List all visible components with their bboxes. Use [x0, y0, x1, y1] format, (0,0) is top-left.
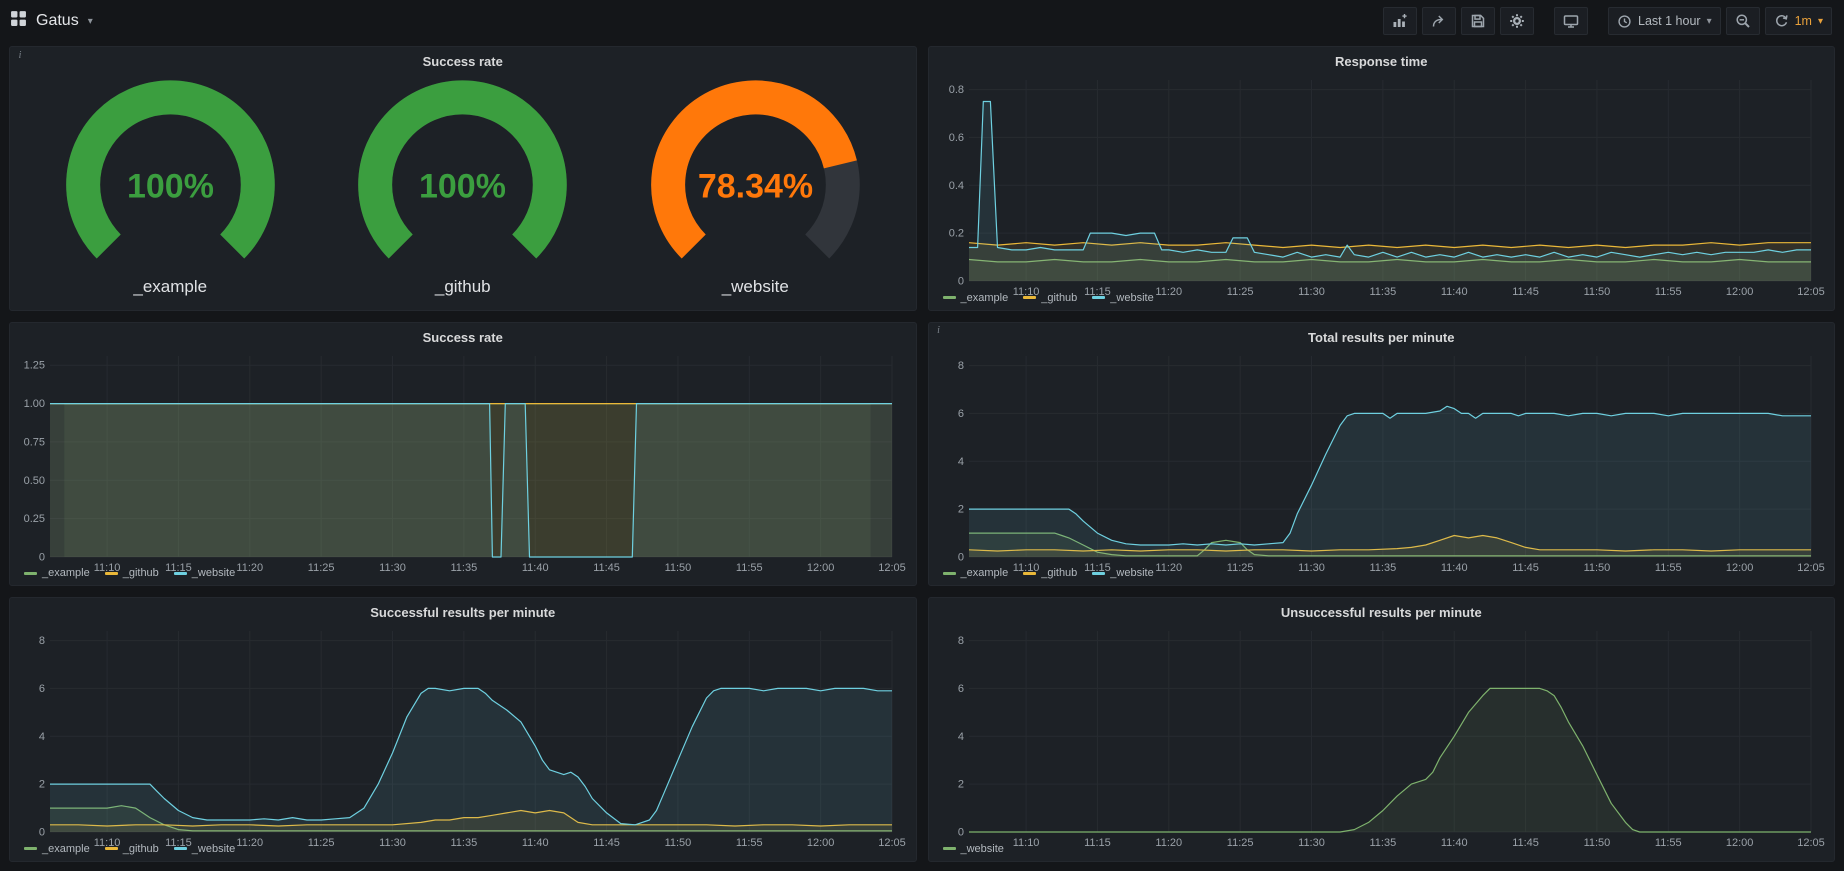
legend: _example _github _website [929, 289, 1835, 310]
panel-info-icon[interactable]: i [13, 48, 27, 62]
svg-text:4: 4 [957, 455, 963, 467]
legend-item-_github[interactable]: _github [1023, 567, 1077, 579]
gear-icon [1509, 13, 1525, 29]
panel-title[interactable]: Response time [929, 47, 1835, 72]
panel-success-rate-graph: Success rate 11:1011:1511:2011:2511:3011… [9, 322, 917, 587]
success-rate-chart[interactable]: 11:1011:1511:2011:2511:3011:3511:4011:45… [16, 350, 906, 565]
svg-text:6: 6 [39, 683, 45, 695]
svg-text:100%: 100% [419, 168, 506, 206]
time-range-caret: ▾ [1707, 16, 1712, 27]
share-dashboard-button[interactable] [1422, 7, 1456, 35]
gauge-label: _website [722, 277, 789, 297]
tv-mode-button[interactable] [1554, 7, 1588, 35]
svg-text:0: 0 [957, 551, 963, 563]
panel-title[interactable]: Success rate [10, 47, 916, 72]
legend-item-_github[interactable]: _github [1023, 292, 1077, 304]
svg-text:0.50: 0.50 [24, 474, 45, 486]
svg-text:0.25: 0.25 [24, 513, 45, 525]
dashboard-settings-button[interactable] [1500, 7, 1534, 35]
legend-item-_website[interactable]: _website [174, 567, 235, 579]
panel-success-rate-gauges: i Success rate 100% _example 100% _githu… [9, 46, 917, 311]
refresh-picker[interactable]: 1m ▾ [1765, 7, 1832, 35]
svg-text:6: 6 [957, 683, 963, 695]
legend-item-_example[interactable]: _example [24, 567, 90, 579]
successful-results-chart[interactable]: 11:1011:1511:2011:2511:3011:3511:4011:45… [16, 625, 906, 840]
circular-arrows-icon [1774, 14, 1789, 29]
refresh-interval-label: 1m [1795, 14, 1812, 28]
legend-item-_example[interactable]: _example [24, 843, 90, 855]
panel-title[interactable]: Successful results per minute [10, 598, 916, 623]
svg-text:2: 2 [39, 779, 45, 791]
gauge-_example: 100% _example [24, 78, 317, 297]
floppy-disk-icon [1470, 13, 1486, 29]
gauge-label: _github [435, 277, 491, 297]
svg-text:0.8: 0.8 [948, 84, 963, 96]
bar-chart-plus-icon [1392, 13, 1408, 29]
svg-text:2: 2 [957, 503, 963, 515]
gauge-_website: 78.34% _website [609, 78, 902, 297]
add-panel-button[interactable] [1383, 7, 1417, 35]
gauge-group: 100% _example 100% _github 78.34% _websi… [10, 72, 916, 310]
gauge-_github: 100% _github [317, 78, 610, 297]
legend: _example _github _website [929, 564, 1835, 585]
legend: _example _github _website [10, 840, 916, 861]
grafana-logo-icon[interactable] [10, 10, 27, 32]
panel-title[interactable]: Unsuccessful results per minute [929, 598, 1835, 623]
legend-item-_website[interactable]: _website [174, 843, 235, 855]
svg-text:6: 6 [957, 408, 963, 420]
svg-text:100%: 100% [127, 168, 214, 206]
panel-response-time: Response time 11:1011:1511:2011:2511:301… [928, 46, 1836, 311]
legend-item-_example[interactable]: _example [943, 292, 1009, 304]
svg-text:78.34%: 78.34% [698, 168, 813, 206]
panel-successful-results: Successful results per minute 11:1011:15… [9, 597, 917, 862]
monitor-icon [1563, 13, 1579, 29]
zoom-out-time-button[interactable] [1726, 7, 1760, 35]
svg-text:0: 0 [957, 827, 963, 839]
panel-total-results: i Total results per minute 11:1011:1511:… [928, 322, 1836, 587]
legend: _example _github _website [10, 564, 916, 585]
panel-info-icon[interactable]: i [932, 324, 946, 338]
save-dashboard-button[interactable] [1461, 7, 1495, 35]
svg-text:1.00: 1.00 [24, 398, 45, 410]
legend-item-_example[interactable]: _example [943, 567, 1009, 579]
dashboard-dropdown-caret[interactable]: ▾ [88, 16, 93, 27]
svg-text:1.25: 1.25 [24, 359, 45, 371]
legend-item-_github[interactable]: _github [105, 843, 159, 855]
svg-text:0: 0 [957, 276, 963, 288]
gauge-label: _example [133, 277, 207, 297]
clock-icon [1617, 14, 1632, 29]
svg-text:2: 2 [957, 779, 963, 791]
response-time-chart[interactable]: 11:1011:1511:2011:2511:3011:3511:4011:45… [935, 74, 1825, 289]
time-range-label: Last 1 hour [1638, 14, 1701, 28]
svg-text:8: 8 [39, 635, 45, 647]
svg-text:4: 4 [39, 731, 45, 743]
panel-unsuccessful-results: Unsuccessful results per minute 11:1011:… [928, 597, 1836, 862]
svg-text:0.6: 0.6 [948, 132, 963, 144]
share-arrow-icon [1431, 13, 1447, 29]
svg-text:4: 4 [957, 731, 963, 743]
unsuccessful-results-chart[interactable]: 11:1011:1511:2011:2511:3011:3511:4011:45… [935, 625, 1825, 840]
svg-text:0: 0 [39, 827, 45, 839]
magnifier-minus-icon [1735, 13, 1751, 29]
svg-text:0.4: 0.4 [948, 180, 963, 192]
dashboard-grid: i Success rate 100% _example 100% _githu… [0, 42, 1844, 871]
svg-text:8: 8 [957, 360, 963, 372]
legend-item-_website[interactable]: _website [1092, 567, 1153, 579]
total-results-chart[interactable]: 11:1011:1511:2011:2511:3011:3511:4011:45… [935, 350, 1825, 565]
svg-text:0.75: 0.75 [24, 436, 45, 448]
refresh-caret: ▾ [1818, 16, 1823, 27]
legend: _website [929, 840, 1835, 861]
svg-text:0: 0 [39, 551, 45, 563]
svg-text:8: 8 [957, 635, 963, 647]
legend-item-_website[interactable]: _website [1092, 292, 1153, 304]
time-range-picker[interactable]: Last 1 hour ▾ [1608, 7, 1721, 35]
dashboard-title[interactable]: Gatus [36, 12, 79, 30]
panel-title[interactable]: Total results per minute [929, 323, 1835, 348]
navbar: Gatus ▾ [0, 0, 1844, 42]
legend-item-_github[interactable]: _github [105, 567, 159, 579]
svg-text:0.2: 0.2 [948, 228, 963, 240]
legend-item-_website[interactable]: _website [943, 843, 1004, 855]
panel-title[interactable]: Success rate [10, 323, 916, 348]
